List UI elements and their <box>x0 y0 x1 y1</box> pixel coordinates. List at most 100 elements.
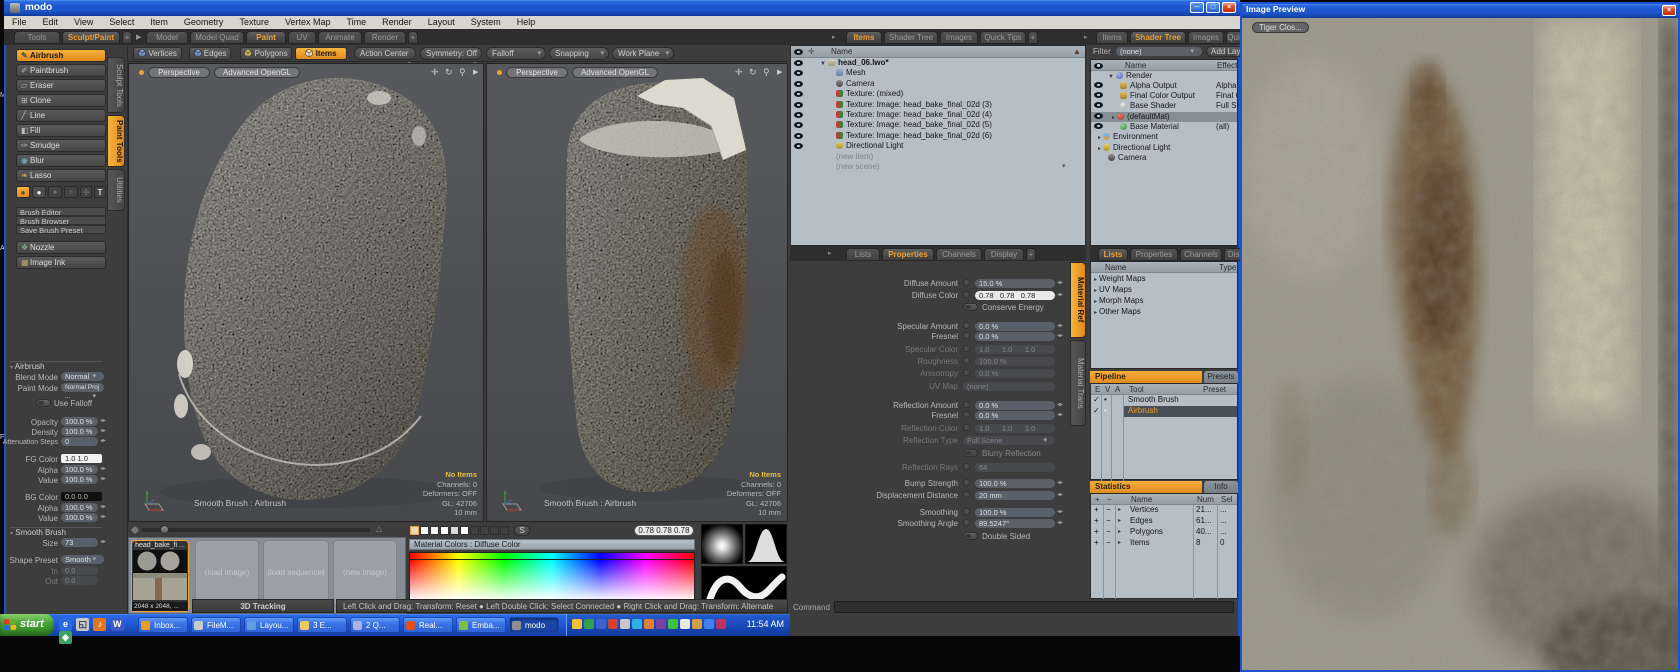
tab-animate[interactable]: Animate <box>318 31 362 44</box>
blend-mode-select[interactable]: Normal <box>61 372 104 381</box>
eye-toggle[interactable] <box>794 91 803 97</box>
tab-tools[interactable]: Tools <box>14 31 60 44</box>
shader-row[interactable]: ▼Render <box>1108 71 1234 81</box>
eye-toggle[interactable] <box>794 122 803 128</box>
fg-color-field[interactable]: 1.0 1.0 1.0 <box>61 454 102 463</box>
menu-edit[interactable]: Edit <box>35 16 67 29</box>
item-list-header[interactable]: ✛ Name ▲ <box>791 46 1085 58</box>
show-desktop-icon[interactable]: ◱ <box>76 618 89 631</box>
attenuation-field[interactable]: 0 <box>61 437 98 446</box>
stone-object[interactable] <box>487 64 789 523</box>
tool-lasso[interactable]: ❧Lasso <box>16 169 106 182</box>
collapse-minus[interactable]: − <box>1106 505 1111 515</box>
channel-dot[interactable] <box>963 508 970 515</box>
airbrush-section-header[interactable]: ▾ Airbrush <box>10 361 102 371</box>
tab-sculpt-tools[interactable]: Sculpt Tools <box>107 57 125 113</box>
taskbar-task[interactable]: 3 E... <box>297 617 347 633</box>
color-swatch[interactable] <box>410 526 419 535</box>
tab-material-ref[interactable]: Material Ref <box>1070 262 1086 338</box>
paint-mode-select[interactable]: Normal Proj ... <box>61 383 104 392</box>
color-swatch-empty[interactable] <box>500 526 509 535</box>
eye-toggle[interactable] <box>794 70 803 76</box>
falloff-dropdown[interactable]: Falloff <box>486 47 546 60</box>
color-swatch[interactable] <box>450 526 459 535</box>
shader-row[interactable]: ▸Environment <box>1098 132 1216 142</box>
channel-dot[interactable] <box>963 519 970 526</box>
preview-titlebar[interactable]: Image Preview × <box>1242 4 1678 18</box>
statistics-row[interactable]: +−▸Polygons40...... <box>1090 527 1234 537</box>
list-options-icon[interactable]: ▲ <box>1073 46 1081 57</box>
load-sequence-button[interactable]: (load sequence) <box>263 540 329 606</box>
color-swatch[interactable] <box>440 526 449 535</box>
eye-toggle[interactable] <box>794 81 803 87</box>
brush-editor-button[interactable]: Brush Editor <box>16 207 106 216</box>
menu-time[interactable]: Time <box>338 16 374 29</box>
viewport-shading-button[interactable]: Advanced OpenGL <box>214 67 300 78</box>
polygons-button[interactable]: Polygons <box>240 47 292 60</box>
use-falloff-checkbox[interactable] <box>36 399 51 407</box>
tool-clone[interactable]: ⊞Clone <box>16 94 106 107</box>
shader-row[interactable]: Base Material <box>1120 122 1216 132</box>
menu-select[interactable]: Select <box>101 16 142 29</box>
shader-row[interactable]: Final Color Output <box>1120 91 1216 101</box>
eye-toggle[interactable] <box>794 112 803 118</box>
slider-handle[interactable] <box>160 525 169 534</box>
pipeline-presets-tab[interactable]: Presets <box>1204 371 1238 383</box>
conserve-energy-checkbox[interactable] <box>963 303 978 311</box>
item-row[interactable]: ▼head_06.lwo* <box>820 58 1078 68</box>
shape-preset-select[interactable]: Smooth <box>61 555 104 564</box>
collapse-minus[interactable]: − <box>1106 516 1111 526</box>
tool-line[interactable]: ╱Line <box>16 109 106 122</box>
tray-icon[interactable] <box>608 619 618 629</box>
menu-file[interactable]: File <box>4 16 35 29</box>
rotate-icon[interactable]: ↻ <box>749 67 757 78</box>
nozzle-button[interactable]: ❖Nozzle <box>16 241 106 254</box>
brush-falloff-preview[interactable] <box>701 524 743 564</box>
rotate-icon[interactable]: ↻ <box>445 67 453 78</box>
tab-shader-tree[interactable]: Shader Tree <box>884 31 938 44</box>
action-center-dropdown[interactable]: Action Center <box>354 47 416 60</box>
statistics-info-tab[interactable]: Info <box>1204 481 1238 493</box>
tab-quick-tips[interactable]: Quick Tips <box>980 31 1026 44</box>
eye-toggle[interactable] <box>794 102 803 108</box>
fg-value-field[interactable]: 100.0 % <box>61 475 98 484</box>
preview-overlay-label[interactable]: Tiger Clos... <box>1252 22 1309 33</box>
viewport-rotation-dot[interactable] <box>139 70 144 75</box>
tray-icon[interactable] <box>656 619 666 629</box>
tab-paint-tools[interactable]: Paint Tools <box>107 115 125 167</box>
list-item[interactable]: ▸Morph Maps <box>1094 296 1234 306</box>
expand-plus[interactable]: + <box>1094 505 1099 515</box>
color-swatch-empty[interactable] <box>480 526 489 535</box>
color-value-chip[interactable]: 0.78 0.78 0.78 <box>634 525 694 536</box>
panel-tab-arrow-icon[interactable]: ▸ <box>828 249 832 257</box>
tab-add-panel[interactable]: + <box>1028 31 1038 44</box>
item-row-new[interactable]: (new scene) <box>836 162 1056 172</box>
color-swatch[interactable] <box>430 526 439 535</box>
tray-icon[interactable] <box>668 619 678 629</box>
expand-plus[interactable]: + <box>1094 527 1099 537</box>
effect-cell[interactable]: (all) <box>1216 122 1238 132</box>
items-mode-button[interactable]: Items <box>295 47 347 60</box>
tab-model[interactable]: Model <box>146 31 188 44</box>
shader-row[interactable]: Base Shader <box>1120 101 1216 111</box>
tray-icon[interactable] <box>632 619 642 629</box>
work-plane-dropdown[interactable]: Work Plane <box>612 47 674 60</box>
shader-tree-header[interactable]: Name Effect <box>1091 60 1237 71</box>
tool-smudge[interactable]: ✑Smudge <box>16 139 106 152</box>
edges-button[interactable]: Edges <box>189 47 231 60</box>
tab-overflow-icon[interactable]: ▶ <box>136 33 141 41</box>
menu-help[interactable]: Help <box>509 16 544 29</box>
tab-utilities[interactable]: Utilities <box>107 169 125 211</box>
shader-row[interactable]: ▸Directional Light <box>1098 143 1216 153</box>
list-item[interactable]: ▸Weight Maps <box>1094 274 1234 284</box>
menu-view[interactable]: View <box>66 16 101 29</box>
tray-icon[interactable] <box>572 619 582 629</box>
taskbar-clock[interactable]: 11:54 AM <box>747 619 784 629</box>
tab-display[interactable]: Display <box>984 248 1024 261</box>
fg-alpha-field[interactable]: 100.0 % <box>61 465 98 474</box>
menu-item[interactable]: Item <box>142 16 176 29</box>
list-item[interactable]: ▸UV Maps <box>1094 285 1234 295</box>
tab-channels[interactable]: Channels <box>936 248 982 261</box>
specular-amount-field[interactable]: 0.0 % <box>975 322 1055 331</box>
tab-channels-b[interactable]: Channels <box>1180 248 1222 261</box>
